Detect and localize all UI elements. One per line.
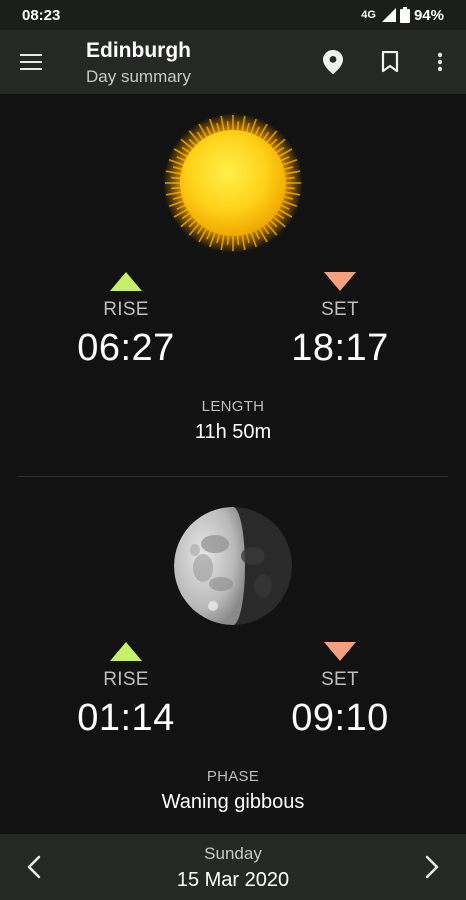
moonset-time: 09:10	[291, 697, 389, 739]
more-vert-icon[interactable]	[426, 48, 454, 76]
sunrise-block: RISE 06:27	[46, 272, 206, 370]
phase-label: PHASE	[206, 768, 260, 785]
sunrise-time: 06:27	[77, 327, 175, 369]
weekday-label: Sunday	[204, 844, 262, 863]
sunset-block: SET 18:17	[260, 272, 420, 370]
set-arrow-icon	[324, 642, 356, 661]
status-time: 08:23	[22, 6, 61, 24]
page-subtitle: Day summary	[86, 67, 191, 86]
moonrise-label: RISE	[103, 669, 149, 690]
moonset-label: SET	[321, 669, 359, 690]
network-type: 4G	[361, 9, 376, 21]
menu-icon[interactable]	[20, 50, 46, 74]
moon-icon	[173, 506, 293, 626]
app-bar-titles: Edinburgh Day summary	[86, 37, 191, 88]
location-pin-icon[interactable]	[319, 48, 347, 76]
signal-icon	[381, 8, 396, 22]
moonrise-block: RISE 01:14	[46, 642, 206, 740]
status-bar: 08:23 4G 94%	[0, 0, 466, 30]
battery-icon	[399, 7, 410, 23]
bookmark-icon[interactable]	[376, 48, 404, 76]
length-label: LENGTH	[201, 398, 265, 415]
set-arrow-icon	[324, 272, 356, 291]
date-navigation-bar: Sunday 15 Mar 2020	[0, 834, 466, 900]
battery-percent: 94%	[413, 6, 444, 24]
date-display[interactable]: Sunday 15 Mar 2020	[0, 844, 466, 892]
rise-arrow-icon	[110, 642, 142, 661]
length-value: 11h 50m	[194, 421, 272, 443]
date-label: 15 Mar 2020	[176, 869, 290, 891]
status-indicators: 4G 94%	[361, 7, 444, 24]
location-title: Edinburgh	[86, 39, 191, 62]
sunset-label: SET	[321, 299, 359, 320]
sun-icon	[162, 112, 304, 254]
sunrise-label: RISE	[103, 299, 149, 320]
rise-arrow-icon	[110, 272, 142, 291]
moon-phase-block: PHASE Waning gibbous	[0, 768, 466, 814]
moonset-block: SET 09:10	[260, 642, 420, 740]
chevron-right-icon	[425, 855, 439, 879]
next-day-button[interactable]	[417, 852, 447, 882]
moonrise-time: 01:14	[77, 697, 175, 739]
app-bar: Edinburgh Day summary	[0, 30, 466, 94]
sunset-time: 18:17	[291, 327, 389, 369]
phase-value: Waning gibbous	[161, 791, 305, 813]
section-divider	[18, 476, 448, 477]
day-length-block: LENGTH 11h 50m	[0, 398, 466, 444]
